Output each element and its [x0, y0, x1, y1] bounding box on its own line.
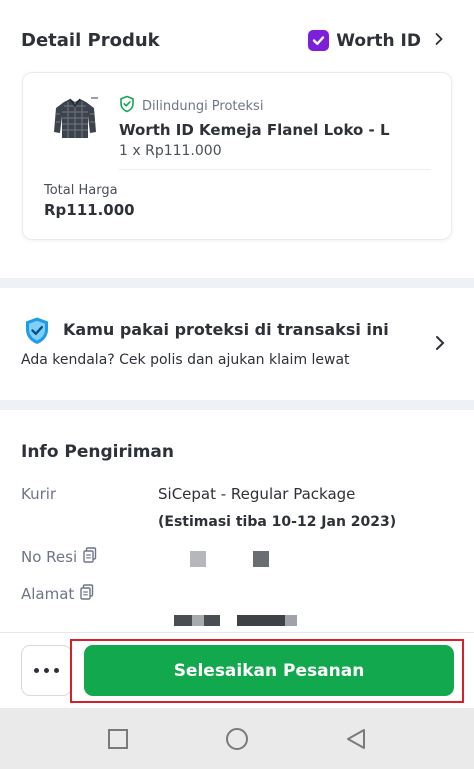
redacted-address — [237, 615, 285, 626]
chevron-right-icon — [434, 334, 446, 356]
shop-name: Worth ID — [336, 30, 421, 51]
card-divider — [119, 169, 431, 170]
courier-value: SiCepat - Regular Package — [158, 485, 356, 503]
redacted-address — [192, 615, 204, 626]
redacted-resi — [190, 551, 206, 567]
product-thumbnail — [50, 94, 100, 144]
redacted-resi — [253, 551, 269, 567]
more-options-button[interactable] — [21, 645, 72, 696]
shield-check-icon — [119, 95, 135, 117]
home-icon[interactable] — [224, 726, 250, 752]
recent-apps-icon[interactable] — [105, 726, 131, 752]
finish-order-button[interactable]: Selesaikan Pesanan — [84, 645, 454, 696]
address-label: Alamat — [21, 584, 94, 604]
chevron-right-icon — [434, 31, 444, 50]
shop-badge-icon — [308, 30, 330, 51]
shop-link[interactable]: Worth ID — [308, 30, 444, 51]
redacted-address — [285, 615, 297, 626]
section-separator — [0, 278, 474, 288]
protection-badge: Dilindungi Proteksi — [119, 95, 263, 117]
product-name: Worth ID Kemeja Flanel Loko - L — [119, 121, 390, 139]
resi-label: No Resi — [21, 547, 97, 567]
courier-label: Kurir — [21, 485, 56, 503]
section-separator — [0, 400, 474, 410]
more-dots-icon — [34, 668, 39, 673]
copy-icon[interactable] — [80, 584, 94, 604]
shield-icon — [24, 316, 50, 350]
protection-subtitle: Ada kendala? Cek polis dan ajukan klaim … — [21, 352, 350, 368]
bottom-action-bar: Selesaikan Pesanan — [0, 632, 474, 708]
delivery-estimate: (Estimasi tiba 10-12 Jan 2023) — [158, 514, 397, 530]
protection-title: Kamu pakai proteksi di transaksi ini — [63, 320, 389, 339]
more-dots-icon — [44, 668, 49, 673]
shipping-title: Info Pengiriman — [21, 442, 175, 462]
system-navigation-bar — [0, 708, 474, 769]
product-qty-price: 1 x Rp111.000 — [119, 143, 222, 159]
product-card[interactable]: Dilindungi Proteksi Worth ID Kemeja Flan… — [22, 72, 452, 240]
resi-label-text: No Resi — [21, 548, 78, 566]
section-title: Detail Produk — [21, 30, 160, 51]
total-label: Total Harga — [44, 183, 118, 198]
detail-produk-section: Detail Produk Worth ID Dilindungi Protek… — [0, 0, 474, 278]
protection-section[interactable]: Kamu pakai proteksi di transaksi ini Ada… — [0, 288, 474, 400]
total-value: Rp111.000 — [44, 201, 135, 219]
courier-label-text: Kurir — [21, 485, 57, 503]
order-detail-page: Detail Produk Worth ID Dilindungi Protek… — [0, 0, 474, 769]
more-dots-icon — [54, 668, 59, 673]
copy-icon[interactable] — [83, 547, 97, 567]
protection-label: Dilindungi Proteksi — [142, 98, 264, 114]
address-label-text: Alamat — [21, 585, 75, 603]
shipping-section: Info Pengiriman Kurir SiCepat - Regular … — [0, 410, 474, 632]
back-icon[interactable] — [343, 726, 369, 752]
